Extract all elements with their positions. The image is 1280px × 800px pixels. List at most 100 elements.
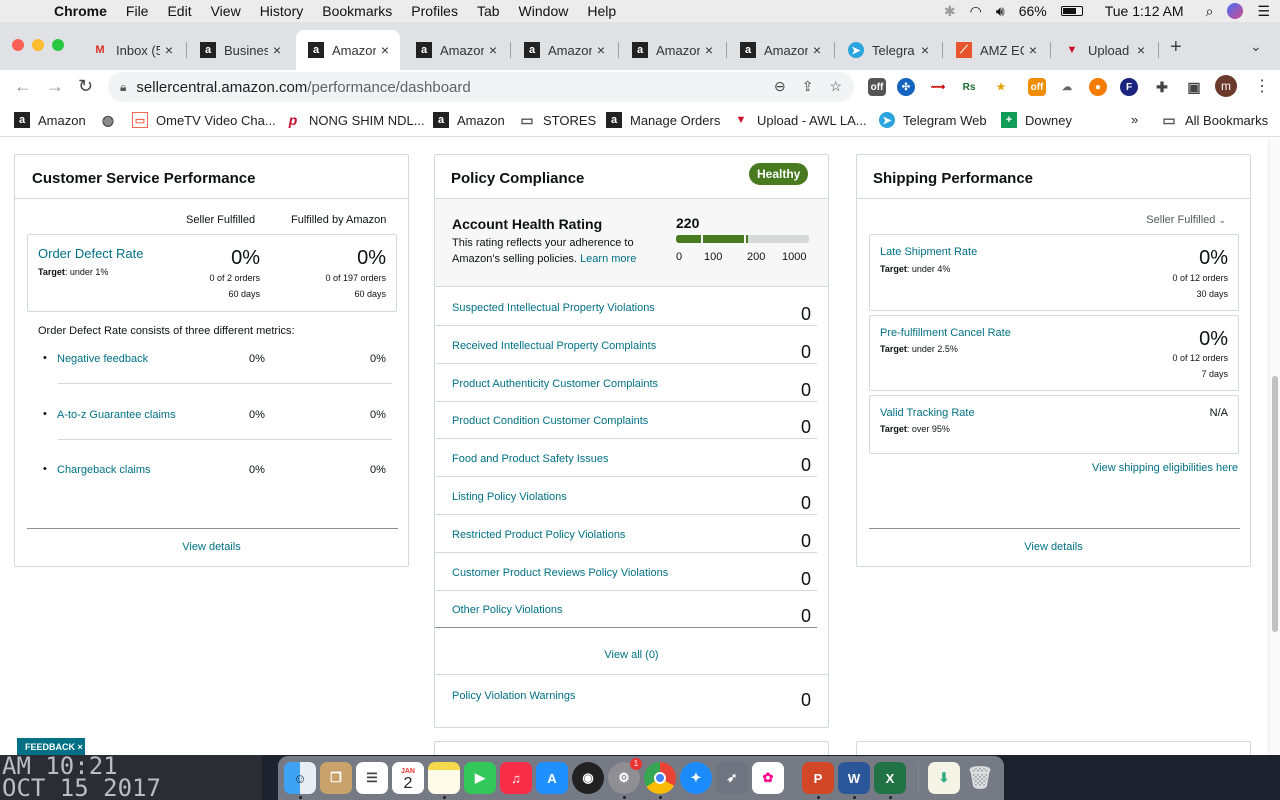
bluetooth-icon[interactable]: ✱ (944, 3, 956, 20)
chrome-menu-icon[interactable]: ⋮ (1254, 76, 1270, 96)
all-bookmarks-folder[interactable]: ▭ All Bookmarks (1161, 112, 1268, 128)
extension-off-orange-icon[interactable]: off (1028, 78, 1046, 96)
tab-search-chevron-icon[interactable]: ⌄ (1250, 38, 1262, 55)
zoom-window-button[interactable] (52, 39, 64, 51)
extension-cloud-icon[interactable]: ☁ (1058, 78, 1076, 96)
extension-f-icon[interactable]: F (1120, 78, 1138, 96)
bookmark-telegram-web[interactable]: ➤ Telegram Web (879, 112, 987, 128)
profile-avatar[interactable]: m (1215, 75, 1237, 97)
shipping-view-details-link[interactable]: View details (857, 541, 1250, 553)
bookmark-globe[interactable]: ◍ (100, 112, 124, 128)
policy-violation-link[interactable]: Other Policy Violations (452, 604, 562, 616)
menu-help[interactable]: Help (587, 3, 616, 19)
bookmark-amazon[interactable]: a Amazon (14, 112, 86, 128)
control-center-icon[interactable]: ☰ (1257, 3, 1270, 20)
chargeback-claims-link[interactable]: Chargeback claims (57, 464, 151, 476)
bookmark-manage-orders[interactable]: a Manage Orders (606, 112, 720, 128)
notes-icon[interactable] (428, 762, 460, 794)
facetime-icon[interactable]: ▶ (464, 762, 496, 794)
minimize-window-button[interactable] (32, 39, 44, 51)
back-arrow-icon[interactable]: ← (14, 76, 32, 97)
bookmark-star-icon[interactable]: ☆ (829, 78, 842, 95)
extension-chart-icon[interactable]: ⟿ (929, 78, 947, 96)
contacts-icon[interactable]: ❒ (320, 762, 352, 794)
close-window-button[interactable] (12, 39, 24, 51)
valid-tracking-rate-link[interactable]: Valid Tracking Rate (880, 407, 975, 419)
tab-amazon[interactable]: a Amazon × (620, 30, 724, 70)
policy-violation-link[interactable]: Customer Product Reviews Policy Violatio… (452, 567, 668, 579)
finder-icon[interactable]: ☺ (284, 762, 316, 794)
downloads-folder-icon[interactable]: ⬇ (928, 762, 960, 794)
tab-amz-ec[interactable]: ⟋ AMZ EC × (944, 30, 1048, 70)
menu-window[interactable]: Window (519, 3, 569, 19)
siri-icon[interactable]: ◉ (572, 762, 604, 794)
bookmark-ometv[interactable]: ▭ OmeTV Video Cha... (132, 112, 276, 128)
bookmark-downey[interactable]: + Downey (1001, 112, 1072, 128)
powerpoint-icon[interactable]: P (802, 762, 834, 794)
lock-icon[interactable]: 🔒︎ (120, 80, 126, 95)
learn-more-link[interactable]: Learn more (580, 253, 636, 265)
page-scrollbar[interactable] (1268, 138, 1280, 755)
policy-violation-link[interactable]: Product Condition Customer Complaints (452, 415, 648, 427)
policy-violation-link[interactable]: Listing Policy Violations (452, 491, 567, 503)
shipping-eligibilities-link[interactable]: View shipping eligibilities here (1092, 462, 1238, 474)
share-icon[interactable]: ⇪ (802, 78, 814, 95)
scrollbar-thumb[interactable] (1272, 376, 1278, 632)
tab-close-icon[interactable]: × (484, 42, 502, 58)
tab-close-icon[interactable]: × (592, 42, 610, 58)
tab-amazon-active[interactable]: a Amazon × (296, 30, 400, 70)
app-store-icon[interactable]: A (536, 762, 568, 794)
tab-telegram[interactable]: ➤ Telegra × (836, 30, 940, 70)
menu-profiles[interactable]: Profiles (411, 3, 458, 19)
a-to-z-claims-link[interactable]: A-to-z Guarantee claims (57, 409, 176, 421)
zoom-icon[interactable]: ⊖ (774, 78, 786, 95)
policy-violation-warnings-link[interactable]: Policy Violation Warnings (452, 690, 576, 702)
side-panel-icon[interactable]: ▣ (1185, 78, 1203, 96)
new-tab-plus-icon[interactable]: + (1170, 36, 1182, 59)
wifi-icon[interactable]: ◠ (970, 3, 982, 20)
menu-file[interactable]: File (126, 3, 149, 19)
spotlight-search-icon[interactable]: ⌕ (1206, 3, 1214, 20)
extension-rs-icon[interactable]: Rs (960, 78, 978, 96)
tab-close-icon[interactable]: × (268, 42, 286, 58)
menu-app-chrome[interactable]: Chrome (54, 3, 107, 19)
tab-amazon[interactable]: a Amazon × (728, 30, 832, 70)
tab-close-icon[interactable]: × (700, 42, 718, 58)
address-bar[interactable]: 🔒︎ sellercentral.amazon.com/performance/… (108, 72, 854, 102)
music-icon[interactable]: ♫ (500, 762, 532, 794)
menu-tab[interactable]: Tab (477, 3, 500, 19)
extension-star-icon[interactable]: ★ (992, 78, 1010, 96)
menubar-clock[interactable]: Tue 1:12 AM (1105, 3, 1184, 19)
bookmark-upload-awl[interactable]: ▼ Upload - AWL LA... (733, 112, 867, 128)
trash-icon[interactable]: 🗑︎ (964, 762, 996, 794)
tab-close-icon[interactable]: × (160, 42, 178, 58)
tab-amazon[interactable]: a Amazon × (512, 30, 616, 70)
order-defect-rate-link[interactable]: Order Defect Rate (38, 246, 144, 261)
word-icon[interactable]: W (838, 762, 870, 794)
reminders-icon[interactable]: ☰ (356, 762, 388, 794)
tab-close-icon[interactable]: × (916, 42, 934, 58)
tab-amazon[interactable]: a Amazon × (404, 30, 508, 70)
fulfillment-dropdown[interactable]: Seller Fulfilled ⌄ (1146, 214, 1226, 226)
menu-bookmarks[interactable]: Bookmarks (322, 3, 392, 19)
policy-violation-link[interactable]: Product Authenticity Customer Complaints (452, 378, 658, 390)
extension-blue-icon[interactable]: ✣ (897, 78, 915, 96)
bookmarks-overflow-button[interactable]: » (1131, 112, 1138, 127)
view-all-link[interactable]: View all (0) (435, 649, 828, 661)
forward-arrow-icon[interactable]: → (46, 76, 64, 97)
battery-icon[interactable] (1060, 6, 1083, 16)
bookmark-folder-stores[interactable]: ▭ STORES (519, 112, 596, 128)
tab-inbox[interactable]: M Inbox (5 × (80, 30, 184, 70)
extension-off-icon[interactable]: off (868, 78, 886, 96)
menu-edit[interactable]: Edit (167, 3, 191, 19)
policy-violation-link[interactable]: Food and Product Safety Issues (452, 453, 609, 465)
volume-icon[interactable]: 🔊︎ (996, 3, 1005, 20)
excel-icon[interactable]: X (874, 762, 906, 794)
bookmark-amazon-2[interactable]: a Amazon (433, 112, 505, 128)
late-shipment-rate-link[interactable]: Late Shipment Rate (880, 246, 977, 258)
tab-business[interactable]: a Busines × (188, 30, 292, 70)
tab-close-icon[interactable]: × (1132, 42, 1150, 58)
launchpad-icon[interactable]: ➶ (716, 762, 748, 794)
tab-close-icon[interactable]: × (808, 42, 826, 58)
photos-icon[interactable]: ✿ (752, 762, 784, 794)
